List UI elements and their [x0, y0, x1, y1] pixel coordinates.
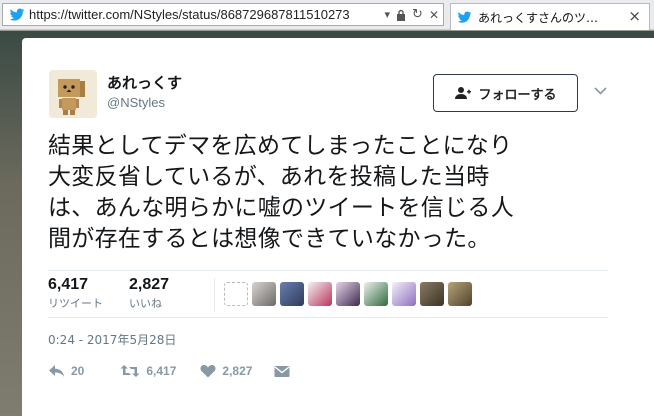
like-stat-count: 2,827 [129, 276, 170, 293]
tweet-text-line: 結果としてデマを広めてしまったことになり [48, 133, 513, 159]
avatar[interactable] [49, 70, 97, 118]
person-add-icon [455, 87, 472, 99]
url-text: https://twitter.com/NStyles/status/86872… [29, 7, 350, 22]
tab-title: あれっくすさんのツ… [478, 10, 599, 25]
close-icon[interactable]: × [628, 7, 641, 25]
danboard-avatar-image [49, 70, 97, 118]
tweet-text-line: 大変反省しているが、あれを投稿した当時 [48, 164, 490, 190]
follow-button[interactable]: フォローする [433, 74, 578, 112]
url-host: https://twitter.com [29, 7, 131, 22]
liker-avatar[interactable] [280, 282, 304, 306]
retweet-stat-count: 6,417 [48, 276, 89, 293]
liker-avatar[interactable] [364, 282, 388, 306]
retweet-button[interactable]: 6,417 [120, 364, 176, 378]
heart-icon [200, 365, 216, 378]
retweet-icon [120, 365, 140, 377]
tweet-timestamp[interactable]: 0:24 - 2017年5月28日 [48, 331, 176, 348]
retweet-stat[interactable]: 6,417 リツイート [48, 276, 103, 311]
liker-avatar[interactable] [308, 282, 332, 306]
user-handle[interactable]: @NStyles [107, 95, 165, 110]
divider [48, 317, 608, 318]
tweet-text: 結果としてデマを広めてしまったことになり 大変反省しているが、あれを投稿した当時… [48, 131, 608, 255]
reply-button[interactable]: 20 [48, 364, 84, 378]
tweet-text-line: 間が存在するとは想像できていなかった。 [48, 226, 491, 252]
browser-tab[interactable]: あれっくすさんのツ… × [450, 3, 650, 30]
envelope-icon [274, 365, 290, 377]
user-display-name[interactable]: あれっくす [107, 72, 182, 93]
follow-button-label: フォローする [478, 87, 557, 103]
liker-avatar[interactable] [392, 282, 416, 306]
retweet-stat-label: リツイート [48, 297, 103, 310]
reply-icon [49, 365, 64, 377]
liker-avatar[interactable] [420, 282, 444, 306]
retweet-count: 6,417 [146, 364, 177, 378]
reply-count: 20 [71, 364, 85, 378]
liker-avatar[interactable] [336, 282, 360, 306]
dropdown-icon[interactable]: ▾ [385, 8, 391, 21]
like-stat-label: いいね [129, 297, 162, 310]
divider [48, 270, 608, 271]
lock-icon[interactable] [396, 9, 406, 21]
browser-toolbar: https://twitter.com/NStyles/status/86872… [0, 0, 654, 30]
liker-avatars [224, 282, 472, 306]
twitter-bird-icon [9, 8, 25, 21]
chevron-down-icon[interactable] [594, 84, 607, 98]
tweet-actions: 20 6,417 2,827 [48, 364, 290, 378]
divider [214, 278, 215, 312]
like-stat[interactable]: 2,827 いいね [129, 276, 169, 311]
twitter-bird-icon [457, 11, 472, 23]
reload-icon[interactable]: ↻ [412, 7, 423, 22]
tweet-card: あれっくす @NStyles フォローする 結果としてデマを広めてしまったことに… [22, 38, 654, 416]
tweet-text-line: は、あんな明らかに嘘のツイートを信じる人 [48, 195, 514, 221]
liker-avatar[interactable] [224, 282, 248, 306]
close-icon[interactable]: ✕ [429, 8, 439, 22]
direct-message-button[interactable] [274, 365, 290, 378]
liker-avatar[interactable] [448, 282, 472, 306]
address-bar[interactable]: https://twitter.com/NStyles/status/86872… [2, 3, 444, 26]
like-count: 2,827 [222, 364, 253, 378]
like-button[interactable]: 2,827 [200, 364, 252, 378]
liker-avatar[interactable] [252, 282, 276, 306]
url-path: /NStyles/status/868729687811510273 [130, 7, 350, 22]
